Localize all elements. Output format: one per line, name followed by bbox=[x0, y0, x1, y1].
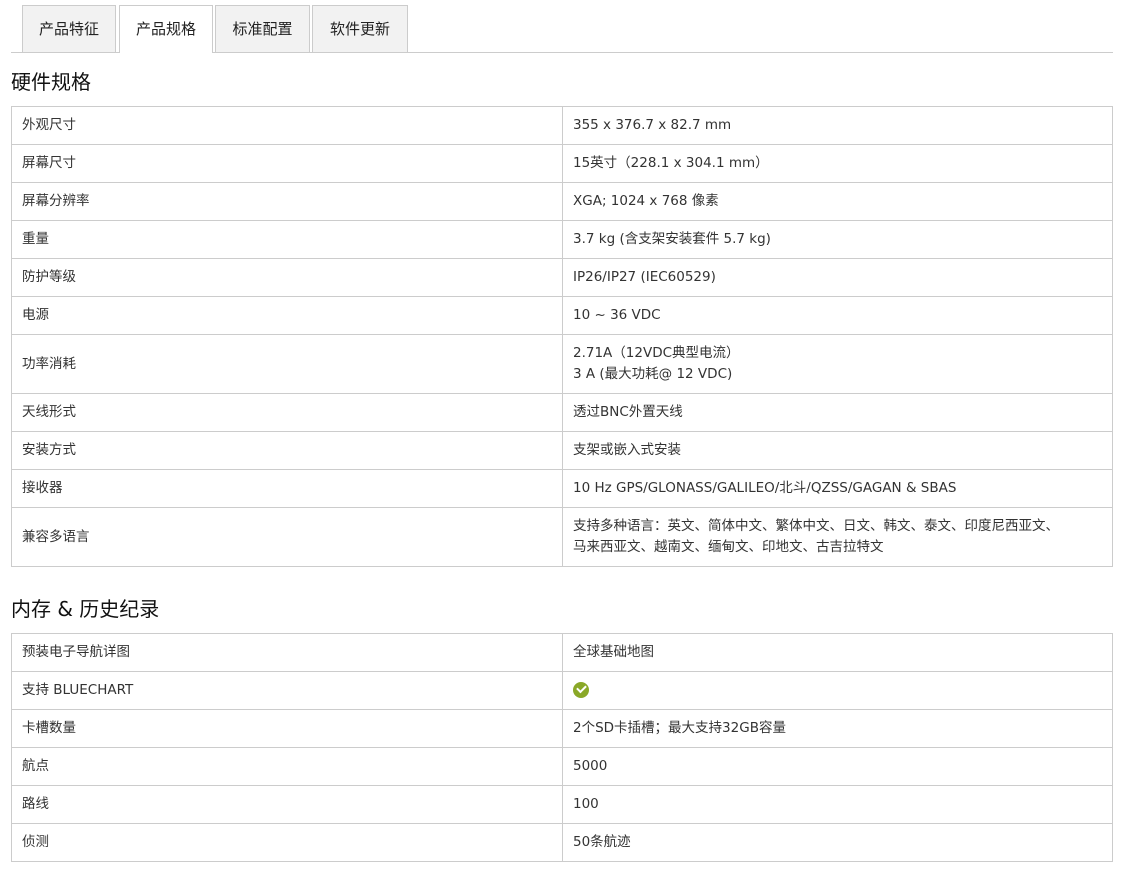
table-row: 天线形式 透过BNC外置天线 bbox=[11, 393, 1113, 432]
table-row: 安装方式 支架或嵌入式安装 bbox=[11, 431, 1113, 470]
spec-value: 3.7 kg (含支架安装套件 5.7 kg) bbox=[562, 220, 1113, 259]
spec-value: 全球基础地图 bbox=[562, 633, 1113, 672]
spec-label: 兼容多语言 bbox=[11, 507, 563, 567]
spec-label: 航点 bbox=[11, 747, 563, 786]
spec-label: 路线 bbox=[11, 785, 563, 824]
spec-value: 2个SD卡插槽；最大支持32GB容量 bbox=[562, 709, 1113, 748]
spec-label: 卡槽数量 bbox=[11, 709, 563, 748]
spec-label: 侦测 bbox=[11, 823, 563, 862]
table-row: 路线 100 bbox=[11, 785, 1113, 824]
section-title-memory: 内存 & 历史纪录 bbox=[11, 597, 160, 621]
spec-value: 透过BNC外置天线 bbox=[562, 393, 1113, 432]
spec-label: 功率消耗 bbox=[11, 334, 563, 394]
spec-value-line: 支持多种语言：英文、简体中文、繁体中文、日文、韩文、泰文、印度尼西亚文、 bbox=[573, 518, 1059, 534]
spec-value-line: 马来西亚文、越南文、缅甸文、印地文、古吉拉特文 bbox=[573, 539, 884, 555]
spec-label: 天线形式 bbox=[11, 393, 563, 432]
check-circle-icon bbox=[573, 682, 589, 698]
tab-standard-config[interactable]: 标准配置 bbox=[215, 5, 310, 52]
spec-value: IP26/IP27 (IEC60529) bbox=[562, 258, 1113, 297]
table-row: 支持 BLUECHART bbox=[11, 671, 1113, 710]
spec-value: 10 Hz GPS/GLONASS/GALILEO/北斗/QZSS/GAGAN … bbox=[562, 469, 1113, 508]
spec-value-line: 3 A (最大功耗@ 12 VDC) bbox=[573, 366, 733, 382]
spec-value bbox=[562, 671, 1113, 710]
memory-spec-table: 预装电子导航详图 全球基础地图 支持 BLUECHART 卡槽数量 2个SD卡插… bbox=[11, 633, 1113, 862]
spec-label: 预装电子导航详图 bbox=[11, 633, 563, 672]
table-row: 侦测 50条航迹 bbox=[11, 823, 1113, 862]
spec-label: 防护等级 bbox=[11, 258, 563, 297]
table-row: 接收器 10 Hz GPS/GLONASS/GALILEO/北斗/QZSS/GA… bbox=[11, 469, 1113, 508]
table-row: 防护等级 IP26/IP27 (IEC60529) bbox=[11, 258, 1113, 297]
spec-label: 重量 bbox=[11, 220, 563, 259]
tab-specs[interactable]: 产品规格 bbox=[119, 5, 213, 53]
spec-label: 外观尺寸 bbox=[11, 106, 563, 145]
spec-value: 15英寸（228.1 x 304.1 mm） bbox=[562, 144, 1113, 183]
spec-value: 50条航迹 bbox=[562, 823, 1113, 862]
spec-label: 支持 BLUECHART bbox=[11, 671, 563, 710]
spec-value: 10 ~ 36 VDC bbox=[562, 296, 1113, 335]
table-row: 功率消耗 2.71A（12VDC典型电流） 3 A (最大功耗@ 12 VDC) bbox=[11, 334, 1113, 394]
spec-value: 5000 bbox=[562, 747, 1113, 786]
tab-bar: 产品特征 产品规格 标准配置 软件更新 bbox=[11, 5, 1113, 53]
section-title-hardware: 硬件规格 bbox=[11, 70, 91, 94]
spec-value: 100 bbox=[562, 785, 1113, 824]
tab-features[interactable]: 产品特征 bbox=[22, 5, 116, 52]
table-row: 卡槽数量 2个SD卡插槽；最大支持32GB容量 bbox=[11, 709, 1113, 748]
table-row: 外观尺寸 355 x 376.7 x 82.7 mm bbox=[11, 106, 1113, 145]
hardware-spec-table: 外观尺寸 355 x 376.7 x 82.7 mm 屏幕尺寸 15英寸（228… bbox=[11, 106, 1113, 567]
spec-value: 355 x 376.7 x 82.7 mm bbox=[562, 106, 1113, 145]
spec-label: 安装方式 bbox=[11, 431, 563, 470]
table-row: 屏幕分辨率 XGA; 1024 x 768 像素 bbox=[11, 182, 1113, 221]
table-row: 航点 5000 bbox=[11, 747, 1113, 786]
table-row: 预装电子导航详图 全球基础地图 bbox=[11, 633, 1113, 672]
spec-value: 支架或嵌入式安装 bbox=[562, 431, 1113, 470]
spec-label: 电源 bbox=[11, 296, 563, 335]
tab-software-update[interactable]: 软件更新 bbox=[312, 5, 408, 52]
spec-label: 屏幕分辨率 bbox=[11, 182, 563, 221]
table-row: 屏幕尺寸 15英寸（228.1 x 304.1 mm） bbox=[11, 144, 1113, 183]
spec-value: 2.71A（12VDC典型电流） 3 A (最大功耗@ 12 VDC) bbox=[562, 334, 1113, 394]
table-row: 重量 3.7 kg (含支架安装套件 5.7 kg) bbox=[11, 220, 1113, 259]
spec-label: 屏幕尺寸 bbox=[11, 144, 563, 183]
table-row: 兼容多语言 支持多种语言：英文、简体中文、繁体中文、日文、韩文、泰文、印度尼西亚… bbox=[11, 507, 1113, 567]
spec-value: XGA; 1024 x 768 像素 bbox=[562, 182, 1113, 221]
spec-label: 接收器 bbox=[11, 469, 563, 508]
spec-value-line: 2.71A（12VDC典型电流） bbox=[573, 345, 740, 361]
spec-value: 支持多种语言：英文、简体中文、繁体中文、日文、韩文、泰文、印度尼西亚文、 马来西… bbox=[562, 507, 1113, 567]
table-row: 电源 10 ~ 36 VDC bbox=[11, 296, 1113, 335]
